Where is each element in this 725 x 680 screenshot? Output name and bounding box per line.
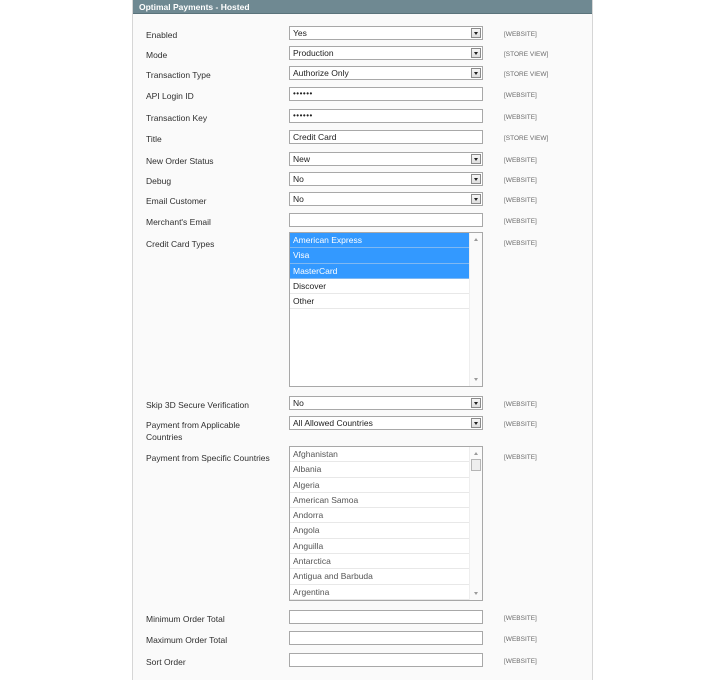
scope-label: [WEBSITE]: [504, 177, 537, 184]
scope-label: [STORE VIEW]: [504, 135, 549, 142]
scroll-thumb[interactable]: [471, 459, 481, 471]
min-order-total-label: Minimum Order Total: [146, 614, 225, 624]
chevron-down-icon[interactable]: [471, 398, 481, 408]
scope-label: [WEBSITE]: [504, 401, 537, 408]
list-item[interactable]: MasterCard: [290, 263, 470, 279]
scope-label: [WEBSITE]: [504, 92, 537, 99]
list-item[interactable]: Algeria: [290, 478, 470, 493]
scroll-up-icon[interactable]: [474, 452, 478, 455]
new-order-status-value: New: [293, 154, 311, 164]
max-order-total-label: Maximum Order Total: [146, 635, 228, 645]
scope-label: [WEBSITE]: [504, 240, 537, 247]
chevron-down-icon[interactable]: [471, 28, 481, 38]
chevron-down-icon[interactable]: [471, 174, 481, 184]
chevron-down-icon[interactable]: [471, 154, 481, 164]
cc-types-label: Credit Card Types: [146, 239, 215, 249]
scope-label: [WEBSITE]: [504, 197, 537, 204]
scope-label: [WEBSITE]: [504, 636, 537, 643]
scroll-down-icon[interactable]: [474, 378, 478, 381]
scrollbar[interactable]: [469, 447, 482, 600]
scope-label: [WEBSITE]: [504, 615, 537, 622]
list-item[interactable]: Antigua and Barbuda: [290, 569, 470, 585]
list-item[interactable]: Visa: [290, 248, 470, 264]
debug-value: No: [293, 174, 304, 184]
list-item[interactable]: Argentina: [290, 585, 470, 600]
scope-label: [WEBSITE]: [504, 454, 537, 461]
max-order-total-input[interactable]: [289, 631, 483, 645]
merchant-email-input[interactable]: [289, 213, 483, 227]
email-customer-value: No: [293, 194, 304, 204]
merchant-email-label: Merchant's Email: [146, 217, 211, 227]
list-item[interactable]: Albania: [290, 462, 470, 478]
list-item[interactable]: Anguilla: [290, 539, 470, 555]
cc-types-multiselect[interactable]: American Express Visa MasterCard Discove…: [289, 232, 483, 387]
min-order-total-input[interactable]: [289, 610, 483, 624]
transaction-type-label: Transaction Type: [146, 70, 211, 80]
chevron-down-icon[interactable]: [471, 194, 481, 204]
sort-order-input[interactable]: [289, 653, 483, 667]
applicable-countries-label: Payment from Applicable Countries: [146, 420, 241, 442]
specific-countries-label: Payment from Specific Countries: [146, 453, 270, 463]
transaction-type-value: Authorize Only: [293, 68, 349, 78]
list-item[interactable]: Andorra: [290, 508, 470, 524]
panel-title[interactable]: Optimal Payments - Hosted: [133, 0, 592, 14]
debug-label: Debug: [146, 176, 172, 186]
skip-3d-value: No: [293, 398, 304, 408]
email-customer-label: Email Customer: [146, 196, 207, 206]
chevron-down-icon[interactable]: [471, 418, 481, 428]
applicable-countries-select[interactable]: All Allowed Countries: [289, 416, 483, 430]
list-item[interactable]: American Express: [290, 233, 470, 249]
mode-label: Mode: [146, 50, 168, 60]
debug-select[interactable]: No: [289, 172, 483, 186]
list-item[interactable]: Afghanistan: [290, 447, 470, 463]
title-input[interactable]: Credit Card: [289, 130, 483, 144]
api-login-id-input[interactable]: ••••••: [289, 87, 483, 101]
mode-select[interactable]: Production: [289, 46, 483, 60]
title-label: Title: [146, 134, 162, 144]
scope-label: [WEBSITE]: [504, 218, 537, 225]
new-order-status-select[interactable]: New: [289, 152, 483, 166]
scope-label: [WEBSITE]: [504, 157, 537, 164]
list-item[interactable]: Angola: [290, 523, 470, 539]
applicable-countries-value: All Allowed Countries: [293, 418, 373, 428]
new-order-status-label: New Order Status: [146, 156, 214, 166]
scope-label: [STORE VIEW]: [504, 51, 549, 58]
scope-label: [STORE VIEW]: [504, 71, 549, 78]
scope-label: [WEBSITE]: [504, 114, 537, 121]
mode-value: Production: [293, 48, 334, 58]
scroll-up-icon[interactable]: [474, 238, 478, 241]
skip-3d-select[interactable]: No: [289, 396, 483, 410]
enabled-select[interactable]: Yes: [289, 26, 483, 40]
chevron-down-icon[interactable]: [471, 48, 481, 58]
payment-config-panel: Optimal Payments - Hosted Enabled Yes [W…: [132, 0, 593, 680]
scope-label: [WEBSITE]: [504, 658, 537, 665]
scope-label: [WEBSITE]: [504, 31, 537, 38]
list-item[interactable]: American Samoa: [290, 493, 470, 509]
transaction-type-select[interactable]: Authorize Only: [289, 66, 483, 80]
transaction-key-label: Transaction Key: [146, 113, 208, 123]
enabled-label: Enabled: [146, 30, 178, 40]
list-item[interactable]: Antarctica: [290, 554, 470, 570]
api-login-id-label: API Login ID: [146, 91, 194, 101]
specific-countries-multiselect[interactable]: Afghanistan Albania Algeria American Sam…: [289, 446, 483, 601]
list-item[interactable]: Other: [290, 294, 470, 310]
scope-label: [WEBSITE]: [504, 421, 537, 428]
list-item[interactable]: Discover: [290, 279, 470, 295]
chevron-down-icon[interactable]: [471, 68, 481, 78]
scrollbar[interactable]: [469, 233, 482, 386]
scroll-down-icon[interactable]: [474, 592, 478, 595]
transaction-key-input[interactable]: ••••••: [289, 109, 483, 123]
sort-order-label: Sort Order: [146, 657, 186, 667]
enabled-value: Yes: [293, 28, 307, 38]
email-customer-select[interactable]: No: [289, 192, 483, 206]
skip-3d-label: Skip 3D Secure Verification: [146, 400, 249, 410]
